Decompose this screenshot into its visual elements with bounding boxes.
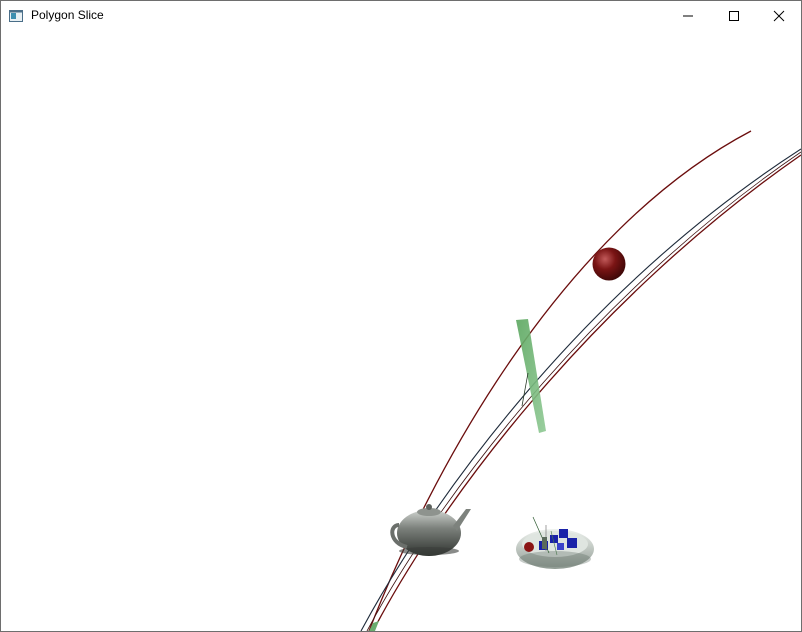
minimize-icon bbox=[683, 15, 693, 17]
maximize-button[interactable] bbox=[711, 1, 757, 31]
title-bar[interactable]: Polygon Slice bbox=[1, 1, 801, 31]
maximize-icon bbox=[729, 11, 739, 21]
window-title: Polygon Slice bbox=[31, 8, 104, 22]
app-window: Polygon Slice bbox=[0, 0, 802, 632]
app-window-icon bbox=[9, 9, 23, 22]
minimize-button[interactable] bbox=[665, 1, 711, 31]
red-sphere bbox=[592, 247, 626, 281]
close-button[interactable] bbox=[756, 1, 801, 31]
dish-model bbox=[516, 516, 594, 569]
render-viewport[interactable] bbox=[1, 31, 801, 631]
close-icon bbox=[773, 10, 785, 22]
scene-canvas bbox=[360, 130, 801, 631]
teapot-model bbox=[390, 504, 471, 556]
